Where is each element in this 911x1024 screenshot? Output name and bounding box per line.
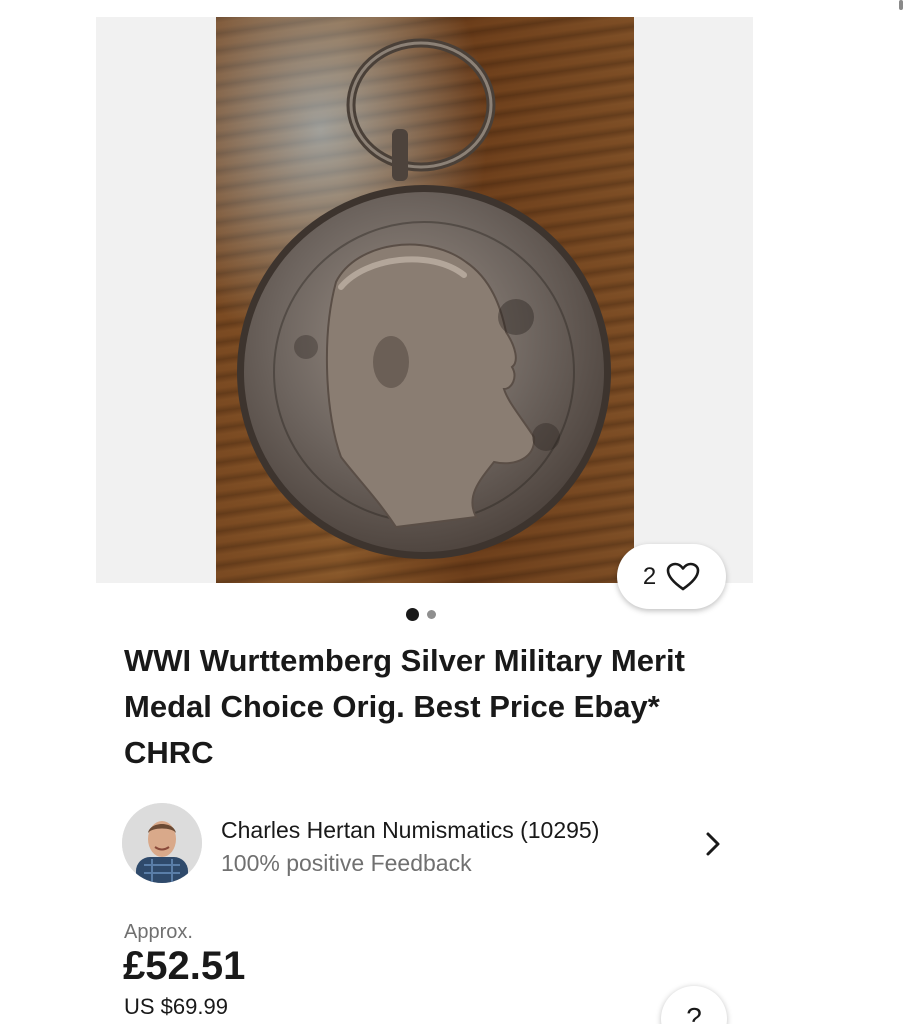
image-gallery[interactable]: 2 <box>96 17 753 609</box>
avatar <box>122 803 202 883</box>
price: £52.51 <box>123 944 246 988</box>
page-dot[interactable] <box>427 610 436 619</box>
question-icon: ? <box>686 1002 702 1024</box>
seller-card[interactable]: Charles Hertan Numismatics (10295) 100% … <box>122 803 732 887</box>
medal-illustration <box>216 17 634 583</box>
seller-feedback: 100% positive Feedback <box>221 850 472 876</box>
chevron-right-icon[interactable] <box>705 831 721 857</box>
heart-icon <box>666 562 700 590</box>
approx-label: Approx. <box>124 921 193 943</box>
medal-photo[interactable] <box>216 17 634 583</box>
help-button[interactable]: ? <box>661 986 727 1024</box>
seller-name[interactable]: Charles Hertan Numismatics (10295) <box>221 817 599 844</box>
watch-count: 2 <box>642 562 657 590</box>
watch-button[interactable]: 2 <box>617 544 726 609</box>
scrollbar[interactable] <box>899 0 903 10</box>
usd-price: US $69.99 <box>124 994 228 1019</box>
page-dot-active[interactable] <box>406 608 419 621</box>
listing-title: WWI Wurttemberg Silver Military Merit Me… <box>124 643 685 770</box>
listing-page: 2 WWI Wurttemberg Silver Military Merit … <box>0 0 911 1024</box>
image-page-indicator <box>406 608 436 621</box>
